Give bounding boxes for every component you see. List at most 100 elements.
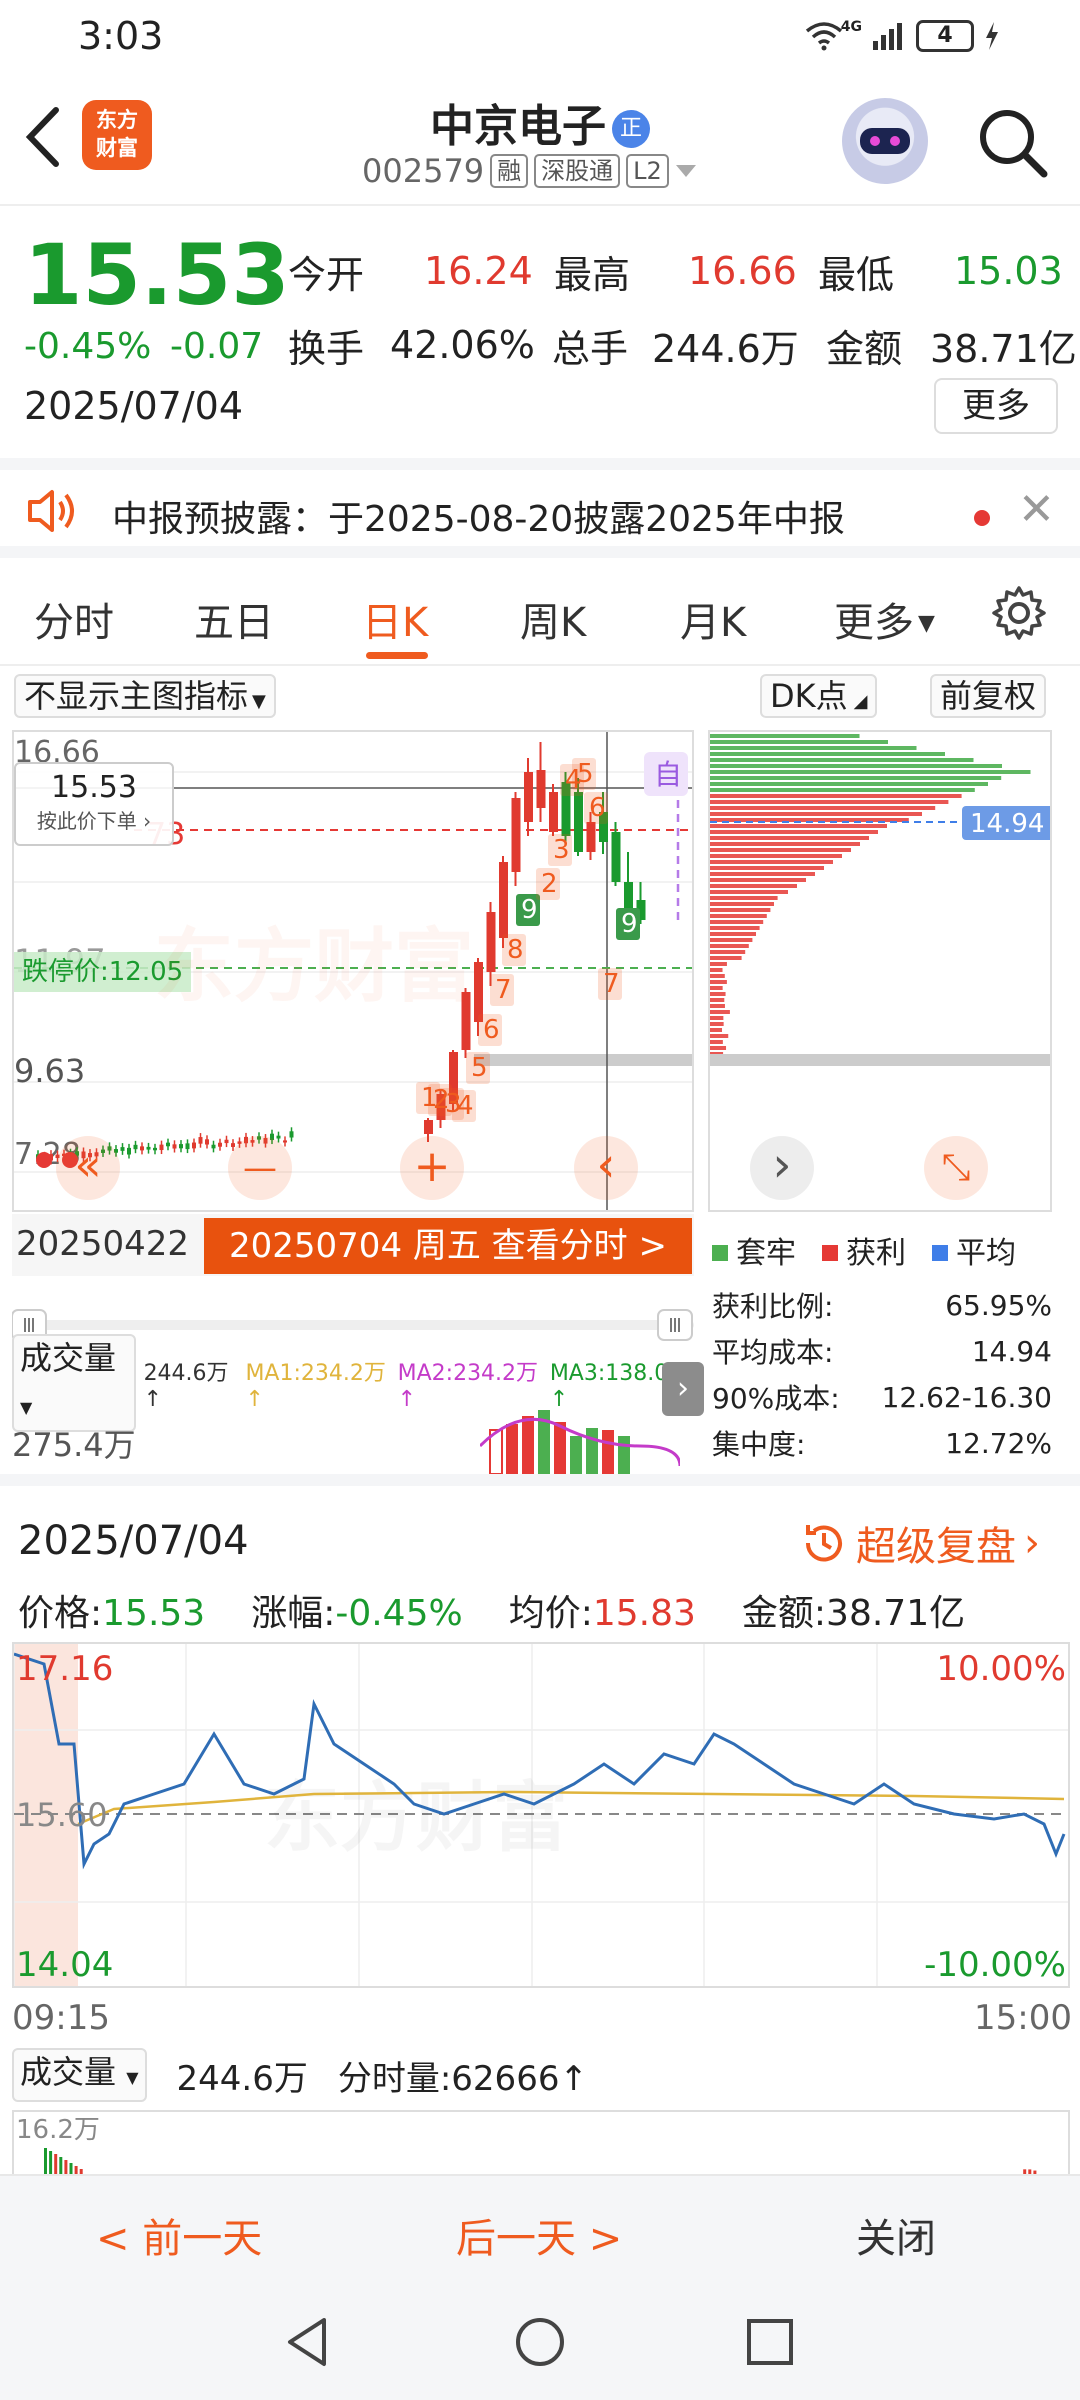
- candle: [172, 1144, 177, 1149]
- next-bar-icon[interactable]: ›: [750, 1136, 814, 1200]
- amount-value: 38.71亿: [826, 1593, 966, 1634]
- system-navigation: [0, 2282, 1080, 2400]
- history-clock-icon: [805, 1525, 842, 1562]
- candle: [192, 1142, 196, 1149]
- candle: [185, 1143, 190, 1150]
- legend-profit: 获利: [822, 1228, 906, 1272]
- volume-select[interactable]: 成交量 ▼: [12, 1334, 136, 1432]
- chip-bar: [710, 1046, 727, 1050]
- chip-bar: [710, 920, 764, 924]
- prev-day-button[interactable]: < 前一天: [96, 2206, 262, 2264]
- cursor-hint-text: 按此价下单: [36, 809, 137, 833]
- intraday-volume-select-label: 成交量: [20, 2053, 117, 2091]
- nav-recents-icon[interactable]: [742, 2314, 798, 2370]
- status-icons: 4G 4: [805, 18, 1000, 54]
- close-notice-icon[interactable]: ✕: [1018, 484, 1055, 535]
- self-tag[interactable]: 自: [654, 758, 682, 791]
- cursor-price-box[interactable]: 15.53 按此价下单 ›: [14, 762, 174, 846]
- sequence-number: 3: [553, 835, 570, 865]
- notice-bar[interactable]: 中报预披露：于2025-08-20披露2025年中报 ✕: [0, 458, 1080, 558]
- sequence-number: 6: [589, 793, 606, 823]
- stock-subtitle[interactable]: 002579 融 深股通 L2: [362, 152, 697, 190]
- candle: [611, 832, 621, 882]
- chip-distribution-chart[interactable]: 14.94 › ⤡: [708, 730, 1052, 1212]
- chip-bar: [710, 824, 887, 828]
- nav-back-icon[interactable]: [280, 2314, 336, 2370]
- chip-bar: [710, 800, 949, 804]
- tab-intraday[interactable]: 分时: [34, 590, 114, 648]
- stock-name: 中京电子: [430, 101, 606, 152]
- stat-value: 12.72%: [945, 1426, 1052, 1460]
- ma2-value: MA2:234.2万↑: [397, 1360, 539, 1412]
- prev-bar-icon[interactable]: ‹: [574, 1136, 638, 1200]
- close-button[interactable]: 关闭: [856, 2206, 936, 2264]
- chip-bars-group: [710, 734, 1050, 1066]
- stat-label: 90%成本:: [712, 1382, 840, 1415]
- intraday-chart[interactable]: 东方财富 17.16 10.00% 15.60 14.04 -10.00%: [12, 1642, 1070, 1988]
- expand-icon[interactable]: ⤡: [924, 1136, 988, 1200]
- chip-bar: [710, 884, 797, 888]
- more-quote-button[interactable]: 更多: [934, 378, 1058, 434]
- adjust-select[interactable]: 前复权: [930, 674, 1047, 718]
- super-replay-link[interactable]: 超级复盘 ›: [800, 1514, 1040, 1572]
- zoom-in-icon[interactable]: +: [400, 1136, 464, 1200]
- chip-bar: [710, 794, 962, 798]
- stat-value: 14.94: [971, 1334, 1052, 1368]
- caret-down-icon: ▼: [252, 691, 266, 712]
- chip-bar: [710, 812, 922, 816]
- chip-bar: [710, 878, 806, 882]
- tab-five-day[interactable]: 五日: [194, 590, 274, 648]
- next-day-button[interactable]: 后一天 >: [456, 2206, 622, 2264]
- tab-weekly-k[interactable]: 周K: [520, 590, 586, 648]
- search-icon[interactable]: [976, 106, 1048, 178]
- intraday-volume-select[interactable]: 成交量 ▼: [12, 2048, 147, 2102]
- zoom-out-icon[interactable]: —: [228, 1136, 292, 1200]
- dropdown-triangle-icon: [675, 165, 696, 177]
- chip-bar: [710, 902, 774, 906]
- candle: [133, 1144, 138, 1150]
- last-price: 15.53: [24, 226, 290, 324]
- candle: [159, 1144, 164, 1151]
- signal-icon: [873, 23, 902, 50]
- super-replay-label: 超级复盘: [856, 1524, 1016, 1570]
- candlestick-chart[interactable]: 16.66 7.28 9.63 11.97 1234567892345697 7…: [12, 730, 694, 1212]
- sequence-number: 2: [541, 869, 558, 899]
- candle: [179, 1144, 183, 1149]
- chip-bar: [710, 944, 749, 948]
- chip-bar: [710, 1040, 723, 1044]
- price-value: 15.53: [102, 1593, 206, 1634]
- tick-volume: 分时量:62666↑: [337, 2058, 588, 2099]
- chip-bar: [710, 1022, 724, 1026]
- chip-bar: [710, 986, 723, 990]
- tab-monthly-k[interactable]: 月K: [680, 590, 746, 648]
- volume-value: 244.6万: [652, 326, 799, 371]
- chevron-right-icon: ›: [1024, 1520, 1040, 1566]
- indicator-select[interactable]: 不显示主图指标 ▼: [14, 674, 276, 718]
- quote-grid: 今开 16.24 最高 16.66 最低 15.03 换手 42.06% 总手 …: [288, 234, 1077, 382]
- first-page-icon[interactable]: «: [56, 1136, 120, 1200]
- period-tabs: 分时 五日 日K 周K 月K 更多 ▼: [0, 570, 1080, 666]
- chip-gap-band: [710, 1054, 1050, 1066]
- chip-bar: [710, 980, 727, 984]
- candle: [474, 962, 483, 1022]
- dk-point-select[interactable]: DK点 ◢: [760, 674, 878, 718]
- chip-avg-label: 14.94: [970, 809, 1044, 839]
- indicator-select-label: 不显示主图指标: [24, 677, 249, 715]
- nav-home-icon[interactable]: [512, 2314, 568, 2370]
- view-intraday-button[interactable]: 20250704 周五 查看分时 >: [204, 1218, 692, 1274]
- signal-dot: [36, 1152, 52, 1168]
- assistant-robot-icon[interactable]: [842, 98, 928, 184]
- chip-bar: [710, 914, 767, 918]
- tab-more[interactable]: 更多 ▼: [834, 590, 935, 648]
- tag-l2: L2: [626, 154, 669, 188]
- chip-legend: 套牢 获利 平均: [712, 1228, 1016, 1272]
- dk-select-label: DK点: [770, 677, 848, 715]
- chip-bar: [710, 842, 860, 846]
- chip-bar: [710, 956, 742, 960]
- tab-daily-k[interactable]: 日K: [362, 590, 428, 648]
- caret-down-icon: ▼: [20, 1398, 33, 1417]
- range-start-date: 20250422: [16, 1224, 190, 1264]
- candle: [211, 1144, 216, 1149]
- settings-gear-icon[interactable]: [990, 584, 1048, 642]
- stat-row: 平均成本: 14.94: [712, 1328, 1052, 1374]
